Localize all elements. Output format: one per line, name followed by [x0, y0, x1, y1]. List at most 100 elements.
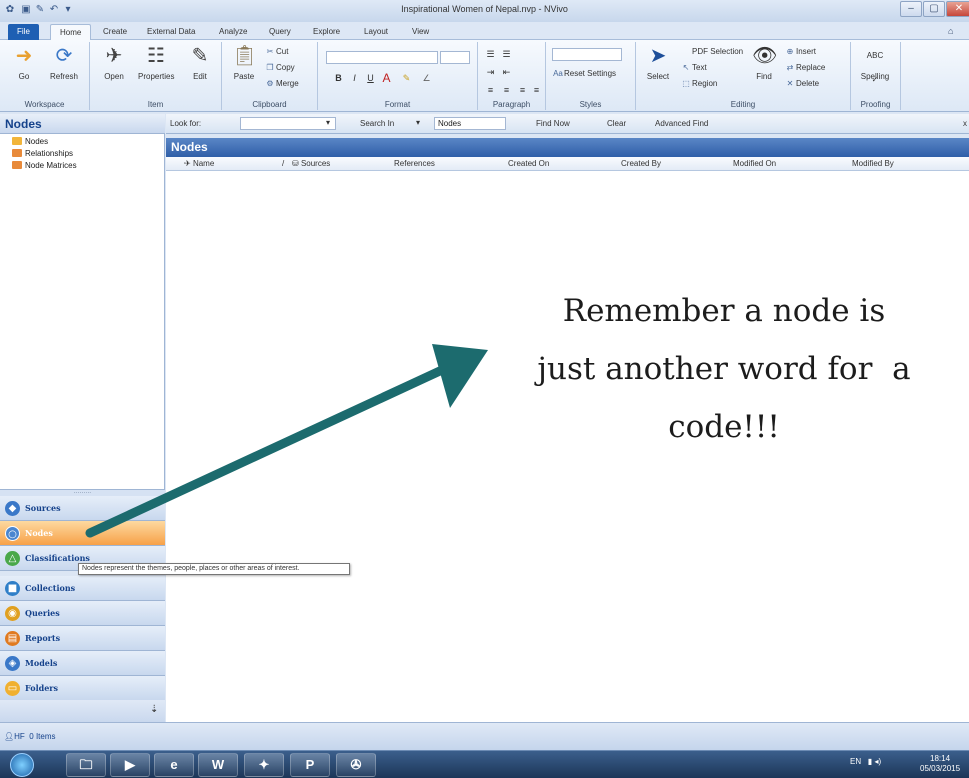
tree-item-node-matrices[interactable]: Node Matrices	[12, 160, 77, 172]
region-button[interactable]: ⬚ Region	[680, 78, 717, 90]
highlight-icon[interactable]: ✎	[400, 72, 413, 85]
justify-icon[interactable]: ≡	[530, 84, 543, 97]
start-button[interactable]	[10, 753, 34, 777]
node-icon: ✈	[184, 159, 193, 168]
search-in-label: Search In	[360, 119, 395, 128]
column-created-on[interactable]: Created On	[508, 159, 549, 168]
column-sources[interactable]: ⛁ Sources	[292, 159, 330, 168]
align-left-icon[interactable]: ≡	[484, 84, 497, 97]
align-right-icon[interactable]: ≡	[516, 84, 529, 97]
tab-create[interactable]: Create	[94, 24, 136, 40]
go-button[interactable]: ➜ Go	[6, 44, 42, 81]
close-find-bar-button[interactable]: x	[963, 119, 967, 128]
nav-button-models[interactable]: ◈ Models	[0, 651, 165, 676]
media-player-taskbar-icon[interactable]: ▶	[110, 753, 150, 777]
clear-format-icon[interactable]: ∠	[420, 72, 433, 85]
underline-button[interactable]: U	[364, 72, 377, 85]
paint-taskbar-icon[interactable]: ✦	[244, 753, 284, 777]
navigation-splitter[interactable]: .........	[0, 488, 165, 496]
nav-button-sources[interactable]: ◆ Sources	[0, 496, 165, 521]
nvivo-taskbar-icon[interactable]: ✇	[336, 753, 376, 777]
bullets-icon[interactable]: ☰	[484, 48, 497, 61]
copy-button[interactable]: ❐ Copy	[264, 62, 294, 74]
tab-file[interactable]: File	[8, 24, 39, 40]
nav-button-reports[interactable]: ▤ Reports	[0, 626, 165, 651]
column-modified-on[interactable]: Modified On	[733, 159, 776, 168]
powerpoint-taskbar-icon[interactable]: P	[290, 753, 330, 777]
font-name-combo[interactable]	[326, 51, 438, 64]
find-now-button[interactable]: Find Now	[536, 119, 570, 128]
numbering-icon[interactable]: ☰	[500, 48, 513, 61]
font-color-button[interactable]: A	[380, 72, 393, 85]
merge-button[interactable]: ⚙ Merge	[264, 78, 298, 90]
volume-icon[interactable]: ◂)	[874, 757, 881, 766]
italic-button[interactable]: I	[348, 72, 361, 85]
style-combo[interactable]	[552, 48, 622, 61]
chevron-down-icon[interactable]: ▾	[416, 118, 420, 127]
network-icon[interactable]: ▮	[868, 757, 872, 766]
delete-button[interactable]: ✕ Delete	[784, 78, 819, 90]
select-button[interactable]: ➤ Select	[640, 44, 676, 81]
explorer-taskbar-icon[interactable]: 🗀	[66, 753, 106, 777]
tab-analyze[interactable]: Analyze	[210, 24, 256, 40]
configure-buttons-icon[interactable]: ⇣	[150, 704, 158, 715]
ribbon-help-icon[interactable]: ⌂	[948, 26, 953, 36]
reset-settings-button[interactable]: AaReset Settings	[552, 68, 616, 80]
properties-button[interactable]: ☷ Properties	[138, 44, 174, 81]
group-label: Clipboard	[252, 100, 287, 109]
clear-button[interactable]: Clear	[607, 119, 626, 128]
language-indicator[interactable]: EN	[850, 757, 861, 766]
close-button[interactable]: ✕	[946, 1, 969, 17]
clock[interactable]: 18:14 05/03/2015	[920, 754, 960, 774]
word-taskbar-icon[interactable]: W	[198, 753, 238, 777]
spelling-button[interactable]: ABC ✓ Spelling	[857, 44, 893, 84]
paste-button[interactable]: 📋︎ Paste	[226, 44, 262, 81]
nav-button-queries[interactable]: ◉ Queries	[0, 601, 165, 626]
tab-layout[interactable]: Layout	[355, 24, 397, 40]
bold-button[interactable]: B	[332, 72, 345, 85]
tab-view[interactable]: View	[403, 24, 438, 40]
sources-icon: ◆	[5, 501, 20, 516]
pdf-selection-button[interactable]: PDF Selection	[680, 46, 743, 58]
nav-button-collections[interactable]: ■ Collections	[0, 576, 165, 601]
column-references[interactable]: References	[394, 159, 435, 168]
tab-query[interactable]: Query	[260, 24, 300, 40]
edit-button[interactable]: ✎ Edit	[182, 44, 218, 81]
open-button[interactable]: ✈ Open	[96, 44, 132, 81]
align-center-icon[interactable]: ≡	[500, 84, 513, 97]
replace-button[interactable]: ⇄ Replace	[784, 62, 826, 74]
text-button[interactable]: ↖ Text	[680, 62, 707, 74]
insert-button[interactable]: ⊕ Insert	[784, 46, 816, 58]
search-in-input[interactable]: Nodes	[434, 117, 506, 130]
tab-explore[interactable]: Explore	[304, 24, 349, 40]
group-paragraph: ☰ ☰ ⇥ ⇤ ≡ ≡ ≡ ≡ Paragraph	[478, 42, 546, 110]
reset-icon: Aa	[553, 69, 563, 78]
chevron-down-icon[interactable]: ▾	[326, 118, 330, 127]
user-icon: 👤︎	[4, 732, 15, 741]
cut-button[interactable]: ✂ Cut	[264, 46, 289, 58]
minimize-button[interactable]: –	[900, 1, 922, 17]
tree-item-relationships[interactable]: Relationships	[12, 148, 73, 160]
find-button[interactable]: 👁︎ Find	[746, 44, 782, 81]
group-format: B I U A ✎ ∠ Format	[318, 42, 478, 110]
font-size-combo[interactable]	[440, 51, 470, 64]
tab-external-data[interactable]: External Data	[138, 24, 204, 40]
look-for-input[interactable]	[240, 117, 336, 130]
nodes-icon: ○	[5, 526, 20, 541]
advanced-find-button[interactable]: Advanced Find	[655, 119, 708, 128]
copy-icon: ❐	[266, 63, 274, 72]
internet-explorer-taskbar-icon[interactable]: e	[154, 753, 194, 777]
maximize-button[interactable]: ▢	[923, 1, 945, 17]
nav-button-folders[interactable]: ▭ Folders	[0, 676, 165, 701]
tab-home[interactable]: Home	[50, 24, 92, 40]
nav-button-nodes[interactable]: ○ Nodes	[0, 521, 165, 546]
column-modified-by[interactable]: Modified By	[852, 159, 894, 168]
system-tray: EN ▮ ◂)	[850, 757, 881, 766]
column-name[interactable]: ✈ Name	[184, 159, 214, 168]
group-label: Workspace	[24, 100, 65, 109]
column-created-by[interactable]: Created By	[621, 159, 661, 168]
refresh-button[interactable]: ⟳ Refresh	[46, 44, 82, 81]
outdent-icon[interactable]: ⇤	[500, 66, 513, 79]
tree-item-nodes[interactable]: Nodes	[12, 136, 48, 148]
indent-icon[interactable]: ⇥	[484, 66, 497, 79]
